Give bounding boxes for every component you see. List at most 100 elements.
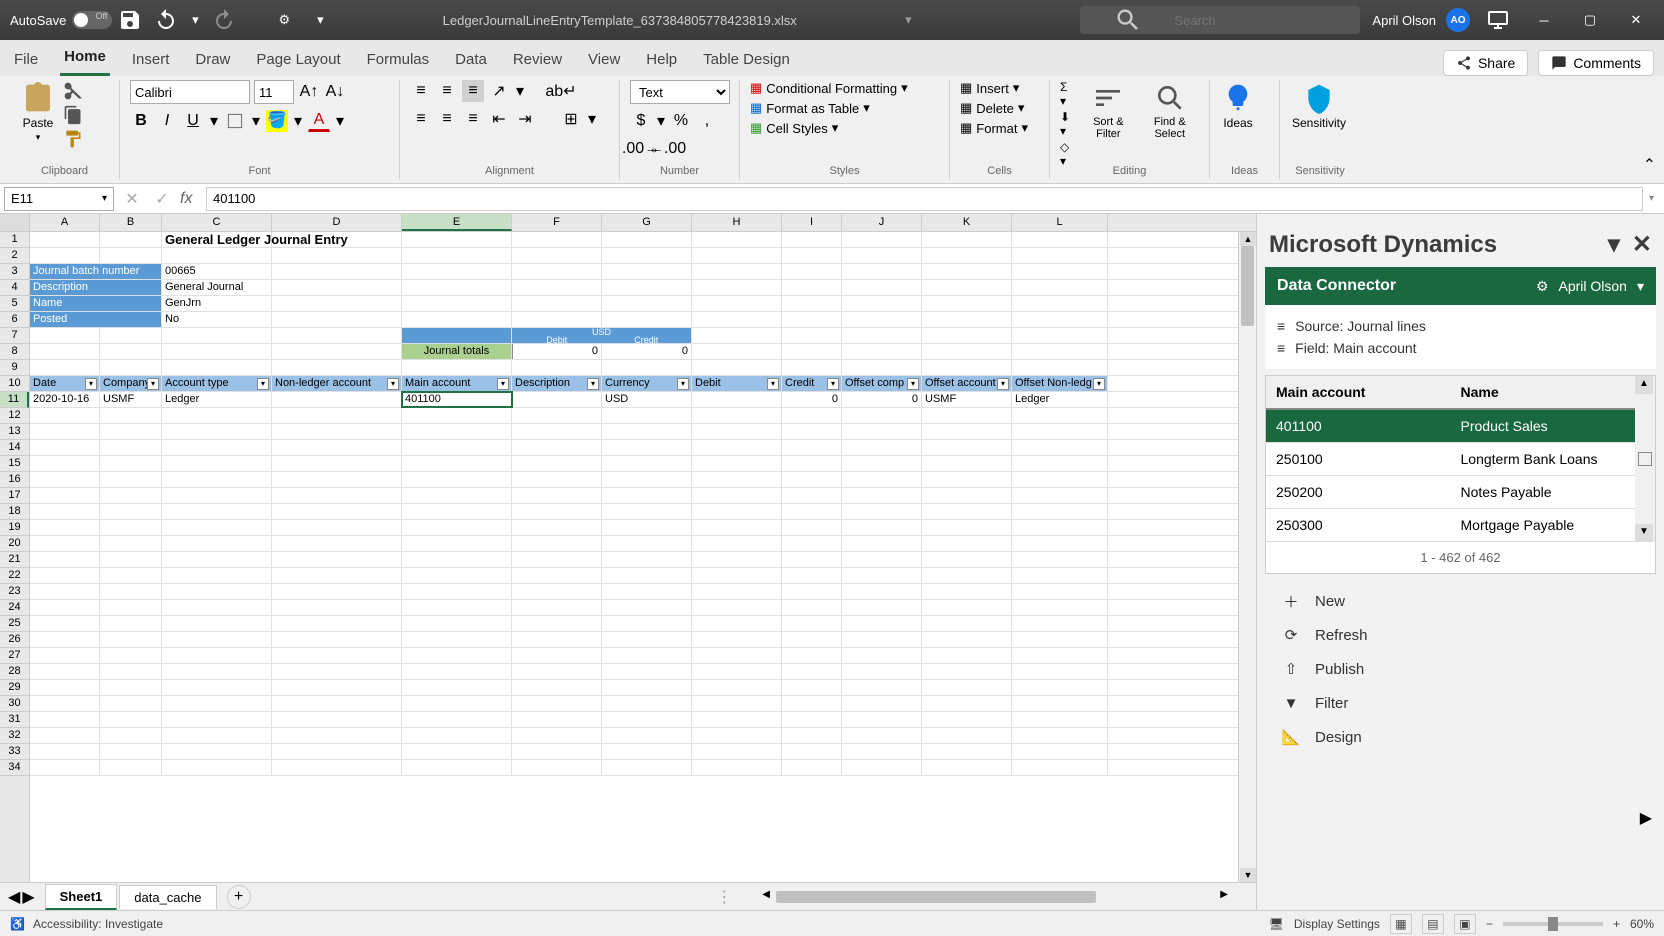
undo-dropdown-icon[interactable]: ▾ — [190, 8, 200, 32]
cell[interactable] — [30, 472, 100, 487]
decrease-font-icon[interactable]: A↓ — [324, 81, 346, 103]
display-settings-icon[interactable]: 🖥 — [1269, 917, 1284, 931]
qat-dropdown-icon[interactable]: ▾ — [308, 8, 332, 32]
cell[interactable] — [402, 728, 512, 743]
cell[interactable]: Ledger — [1012, 392, 1108, 407]
cell[interactable] — [162, 520, 272, 535]
cell[interactable] — [922, 456, 1012, 471]
cell[interactable] — [782, 680, 842, 695]
cell[interactable] — [782, 344, 842, 359]
cell[interactable] — [100, 648, 162, 663]
cell[interactable] — [782, 232, 842, 247]
zoom-in-icon[interactable]: + — [1613, 917, 1620, 931]
cell[interactable] — [272, 648, 402, 663]
cell[interactable] — [402, 744, 512, 759]
cell[interactable]: 0 — [842, 392, 922, 407]
cell[interactable] — [402, 568, 512, 583]
cell[interactable] — [30, 408, 100, 423]
cell[interactable] — [602, 648, 692, 663]
cell[interactable] — [272, 568, 402, 583]
cell[interactable] — [512, 760, 602, 775]
cell[interactable] — [692, 520, 782, 535]
cell[interactable] — [1012, 264, 1108, 279]
font-color-icon[interactable]: A — [308, 110, 330, 132]
cell[interactable] — [1012, 664, 1108, 679]
select-all-corner[interactable] — [0, 214, 30, 231]
cell[interactable] — [922, 728, 1012, 743]
cell[interactable] — [922, 504, 1012, 519]
col-header-F[interactable]: F — [512, 214, 602, 231]
cell[interactable]: 0 — [512, 344, 602, 359]
cell[interactable] — [272, 232, 402, 247]
row-header-14[interactable]: 14 — [0, 440, 29, 456]
cell[interactable] — [782, 712, 842, 727]
cell[interactable] — [30, 248, 100, 263]
number-format-select[interactable]: Text — [630, 80, 730, 104]
cell[interactable] — [100, 760, 162, 775]
find-select-button[interactable]: Find & Select — [1141, 80, 1199, 142]
row-header-9[interactable]: 9 — [0, 360, 29, 376]
cell[interactable] — [100, 456, 162, 471]
qat-icon[interactable]: ⚙ — [272, 8, 296, 32]
pane-col-name[interactable]: Name — [1451, 376, 1636, 408]
col-header-E[interactable]: E — [402, 214, 512, 231]
tab-home[interactable]: Home — [60, 40, 110, 76]
cell[interactable] — [162, 440, 272, 455]
sensitivity-button[interactable]: Sensitivity — [1290, 80, 1348, 132]
cell[interactable] — [272, 536, 402, 551]
cell[interactable] — [922, 760, 1012, 775]
autosum-icon[interactable]: Σ ▾ — [1060, 80, 1076, 108]
row-header-19[interactable]: 19 — [0, 520, 29, 536]
cell[interactable] — [842, 296, 922, 311]
cell[interactable] — [100, 696, 162, 711]
cell[interactable] — [602, 712, 692, 727]
fx-icon[interactable]: fx — [180, 190, 200, 208]
cell[interactable] — [922, 424, 1012, 439]
copy-icon[interactable] — [62, 104, 84, 126]
cell[interactable] — [162, 696, 272, 711]
cell[interactable] — [922, 520, 1012, 535]
cell[interactable] — [402, 264, 512, 279]
cell[interactable] — [512, 728, 602, 743]
cell[interactable] — [162, 360, 272, 375]
cell[interactable] — [402, 248, 512, 263]
pane-user-dropdown-icon[interactable]: ▾ — [1637, 278, 1644, 295]
cell[interactable] — [602, 536, 692, 551]
cell[interactable] — [162, 248, 272, 263]
cell[interactable] — [512, 520, 602, 535]
row-header-27[interactable]: 27 — [0, 648, 29, 664]
enter-formula-icon[interactable]: ✓ — [150, 187, 174, 211]
cell[interactable] — [692, 696, 782, 711]
cell[interactable] — [782, 248, 842, 263]
cell[interactable] — [922, 552, 1012, 567]
row-header-2[interactable]: 2 — [0, 248, 29, 264]
cell[interactable] — [512, 584, 602, 599]
cell[interactable] — [782, 552, 842, 567]
cell[interactable]: Posted — [30, 312, 162, 327]
cell[interactable] — [512, 232, 602, 247]
cell[interactable] — [30, 600, 100, 615]
cell[interactable] — [272, 296, 402, 311]
scroll-up-icon[interactable]: ▲ — [1240, 232, 1256, 246]
cell[interactable] — [1012, 728, 1108, 743]
cell[interactable]: Currency▾ — [602, 376, 692, 391]
cell[interactable] — [162, 424, 272, 439]
row-header-17[interactable]: 17 — [0, 488, 29, 504]
filter-dropdown-icon[interactable]: ▾ — [257, 378, 269, 390]
cell[interactable] — [512, 552, 602, 567]
cell[interactable] — [30, 584, 100, 599]
col-header-J[interactable]: J — [842, 214, 922, 231]
add-sheet-icon[interactable]: + — [227, 885, 251, 909]
cell[interactable]: 0 — [602, 344, 692, 359]
cell[interactable] — [1012, 568, 1108, 583]
cell[interactable] — [842, 472, 922, 487]
accessibility-status[interactable]: Accessibility: Investigate — [33, 917, 163, 931]
cell[interactable] — [272, 264, 402, 279]
tab-insert[interactable]: Insert — [128, 43, 174, 76]
cell[interactable] — [162, 648, 272, 663]
cell[interactable] — [692, 664, 782, 679]
cell[interactable]: No — [162, 312, 272, 327]
cell[interactable] — [512, 360, 602, 375]
cell[interactable] — [30, 568, 100, 583]
cell[interactable] — [30, 440, 100, 455]
